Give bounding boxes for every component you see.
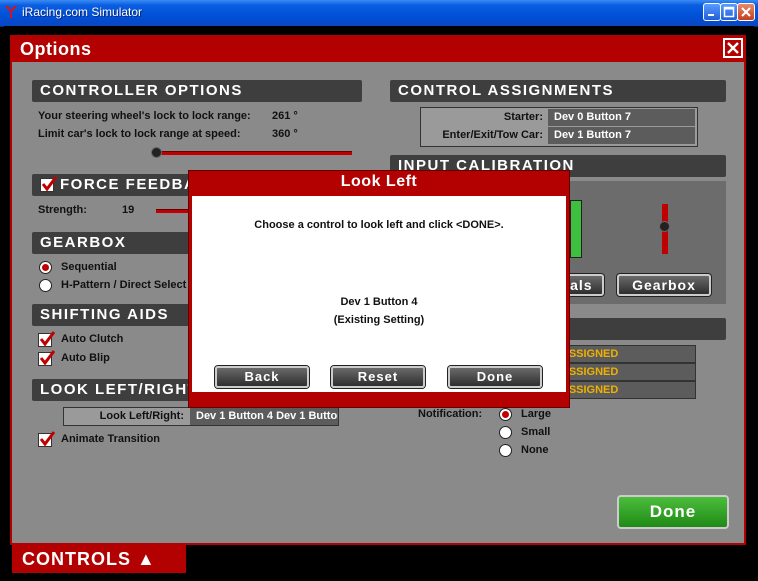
maximize-button[interactable] xyxy=(720,3,738,21)
enter-exit-tow-label: Enter/Exit/Tow Car: xyxy=(442,129,543,141)
dialog-instruction: Choose a control to look left and click … xyxy=(254,219,504,231)
lock-range-label: Your steering wheel's lock to lock range… xyxy=(38,110,251,122)
dialog-done-button[interactable]: Done xyxy=(448,366,542,388)
close-icon xyxy=(727,42,739,54)
iracing-logo-icon xyxy=(5,6,17,18)
control-assignments-heading: CONTROL ASSIGNMENTS xyxy=(390,80,726,102)
limit-lock-label: Limit car's lock to lock range at speed: xyxy=(38,128,241,140)
checkmark-icon xyxy=(39,331,55,347)
checkmark-icon xyxy=(41,176,57,192)
dialog-current-setting: Dev 1 Button 4 xyxy=(340,296,418,308)
dialog-existing-setting-note: (Existing Setting) xyxy=(333,314,425,326)
starter-label: Starter: xyxy=(503,111,543,123)
minimize-icon xyxy=(708,14,714,16)
force-feedback-checkbox[interactable] xyxy=(40,176,57,192)
maximize-icon xyxy=(723,6,735,18)
lock-range-value: 261 ° xyxy=(272,110,298,122)
h-pattern-radio[interactable] xyxy=(39,279,52,292)
gearbox-calibration-knob xyxy=(659,221,670,232)
sequential-label: Sequential xyxy=(61,261,117,273)
auto-blip-label: Auto Blip xyxy=(61,352,110,364)
notification-label: Notification: xyxy=(418,408,483,420)
options-title: Options xyxy=(20,39,92,59)
options-header: Options xyxy=(12,37,744,62)
auto-clutch-checkbox[interactable] xyxy=(38,331,55,347)
starter-value[interactable]: Dev 0 Button 7 xyxy=(548,109,695,126)
strength-value: 19 xyxy=(122,204,135,216)
notification-large-label: Large xyxy=(521,408,551,420)
close-window-button[interactable] xyxy=(737,3,755,21)
look-left-right-value[interactable]: Dev 1 Button 4 Dev 1 Button 5 xyxy=(190,408,338,425)
auto-blip-checkbox[interactable] xyxy=(38,350,55,366)
checkmark-icon xyxy=(39,431,55,447)
done-button[interactable]: Done xyxy=(617,495,729,529)
controls-tab[interactable]: CONTROLS ▲ xyxy=(12,545,186,573)
animate-transition-checkbox[interactable] xyxy=(38,431,55,447)
limit-lock-slider-track[interactable] xyxy=(158,151,352,155)
look-left-right-label: Look Left/Right: xyxy=(99,410,184,422)
close-options-button[interactable] xyxy=(723,38,743,58)
notification-large-radio[interactable] xyxy=(499,408,512,421)
close-icon xyxy=(741,7,751,17)
limit-lock-slider-knob[interactable] xyxy=(151,147,162,158)
pedal-calibration-bar xyxy=(570,200,582,258)
notification-small-label: Small xyxy=(521,426,551,438)
look-left-right-row[interactable]: Look Left/Right: Dev 1 Button 4 Dev 1 Bu… xyxy=(63,407,339,426)
h-pattern-label: H-Pattern / Direct Select xyxy=(61,279,187,291)
window-title: iRacing.com Simulator xyxy=(22,5,143,19)
notification-small-radio[interactable] xyxy=(499,426,512,439)
sequential-radio[interactable] xyxy=(39,261,52,274)
auto-clutch-label: Auto Clutch xyxy=(61,333,124,345)
dialog-reset-button[interactable]: Reset xyxy=(331,366,425,388)
control-assignments-table: Starter: Dev 0 Button 7 Enter/Exit/Tow C… xyxy=(420,107,698,147)
dialog-back-button[interactable]: Back xyxy=(215,366,309,388)
checkmark-icon xyxy=(39,350,55,366)
gearbox-calibrate-button[interactable]: Gearbox xyxy=(617,274,711,296)
notification-none-label: None xyxy=(521,444,549,456)
animate-transition-label: Animate Transition xyxy=(61,433,161,445)
controller-options-heading: CONTROLLER OPTIONS xyxy=(32,80,362,102)
window-titlebar[interactable]: iRacing.com Simulator xyxy=(0,0,758,27)
dialog-title: Look Left xyxy=(340,173,418,190)
minimize-button[interactable] xyxy=(703,3,721,21)
limit-lock-value: 360 ° xyxy=(272,128,298,140)
notification-none-radio[interactable] xyxy=(499,444,512,457)
enter-exit-tow-value[interactable]: Dev 1 Button 7 xyxy=(548,127,695,144)
strength-label: Strength: xyxy=(38,204,87,216)
